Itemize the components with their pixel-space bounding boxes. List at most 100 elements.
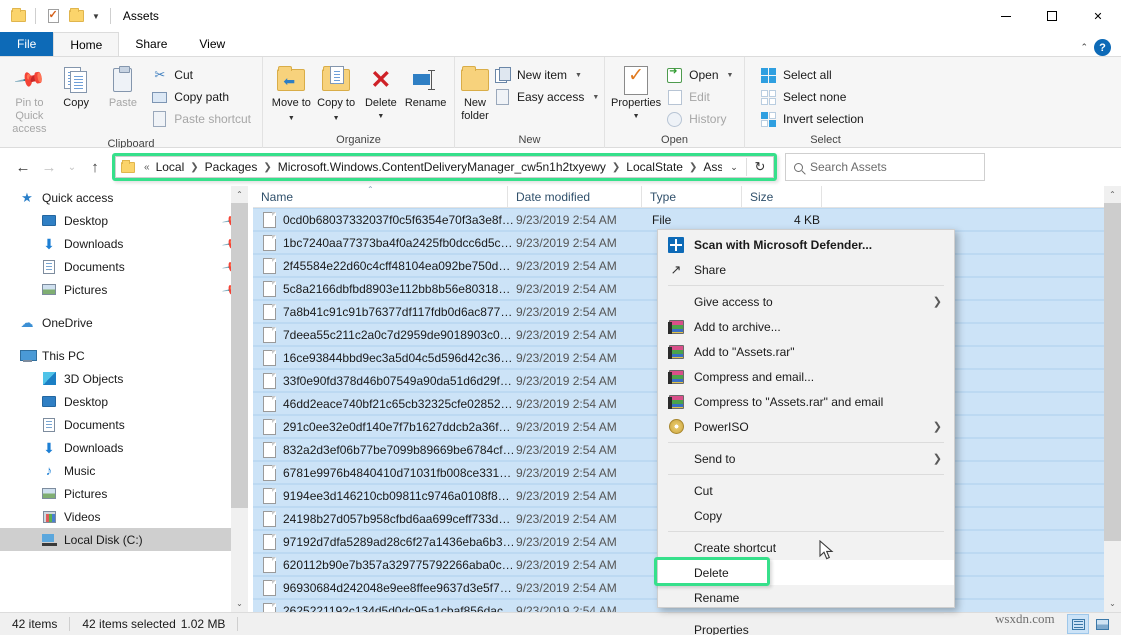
close-button[interactable]: ✕ <box>1075 0 1121 32</box>
file-list-scrollbar[interactable]: ⌃ ⌄ <box>1104 186 1121 612</box>
edit-button[interactable]: Edit <box>661 86 738 108</box>
recent-locations-button[interactable]: ⌄ <box>62 154 82 180</box>
rename-button[interactable]: Rename <box>403 61 448 110</box>
sidebar-item-pc-documents[interactable]: Documents <box>0 413 248 436</box>
customize-caret-icon[interactable]: ▼ <box>89 12 103 21</box>
sidebar-item-quick-access[interactable]: ★ Quick access <box>0 186 248 209</box>
chevron-down-icon[interactable]: ▼ <box>333 115 340 122</box>
folder-icon[interactable] <box>8 6 28 26</box>
chevron-down-icon[interactable]: ▼ <box>288 115 295 122</box>
new-folder-button[interactable]: New folder <box>461 61 489 123</box>
menu-item-compress-and-email[interactable]: Compress and email... <box>658 364 954 389</box>
breadcrumb-item-localstate[interactable]: LocalState <box>624 160 685 174</box>
breadcrumb-item-assets[interactable]: Assets <box>701 160 722 174</box>
copy-path-button[interactable]: Copy path <box>146 86 256 108</box>
menu-item-delete[interactable]: Delete <box>654 557 954 586</box>
address-bar[interactable]: « Local ❯ Packages ❯ Microsoft.Windows.C… <box>115 156 774 178</box>
search-input[interactable]: Search Assets <box>785 153 985 181</box>
sidebar-item-pc-downloads[interactable]: ⬇ Downloads <box>0 436 248 459</box>
move-to-button[interactable]: ⬅ Move to ▼ <box>269 61 314 125</box>
sidebar-item-onedrive[interactable]: ☁ OneDrive <box>0 311 248 334</box>
history-button[interactable]: History <box>661 108 738 130</box>
chevron-down-icon[interactable]: ▼ <box>377 110 384 123</box>
sidebar-item-3d-objects[interactable]: 3D Objects <box>0 367 248 390</box>
forward-button[interactable]: → <box>36 154 62 180</box>
chevron-down-icon[interactable]: ▼ <box>592 94 599 101</box>
table-row[interactable]: 0cd0b68037332037f0c5f6354e70f3a3e8fcb...… <box>253 208 1104 231</box>
paste-button[interactable]: Paste <box>100 61 147 110</box>
sidebar-item-local-disk-c[interactable]: Local Disk (C:) <box>0 528 248 551</box>
refresh-icon[interactable]: ↻ <box>747 159 773 175</box>
properties-button[interactable]: Properties ▼ <box>611 61 661 123</box>
delete-button[interactable]: ✕ Delete ▼ <box>359 61 404 123</box>
sidebar-item-this-pc[interactable]: This PC <box>0 344 248 367</box>
menu-item-rename[interactable]: Rename <box>658 585 954 610</box>
select-none-button[interactable]: Select none <box>755 86 869 108</box>
chevron-right-icon[interactable]: ❯ <box>259 162 275 173</box>
open-button[interactable]: Open ▼ <box>661 64 738 86</box>
sidebar-item-documents[interactable]: Documents 📌 <box>0 255 248 278</box>
menu-item-send-to[interactable]: Send to ❯ <box>658 446 954 471</box>
invert-selection-button[interactable]: Invert selection <box>755 108 869 130</box>
select-all-button[interactable]: Select all <box>755 64 869 86</box>
pin-to-quick-access-button[interactable]: 📌 Pin to Quick access <box>6 61 53 136</box>
up-button[interactable]: ↑ <box>82 154 108 180</box>
scrollbar-thumb[interactable] <box>231 203 248 508</box>
chevron-right-icon[interactable]: ❯ <box>685 162 701 173</box>
menu-item-cut[interactable]: Cut <box>658 478 954 503</box>
collapse-ribbon-icon[interactable]: ⌃ <box>1080 42 1088 53</box>
copy-button[interactable]: Copy <box>53 61 100 110</box>
menu-item-add-to-assets-rar[interactable]: Add to "Assets.rar" <box>658 339 954 364</box>
menu-item-properties[interactable]: Properties <box>658 617 954 635</box>
minimize-button[interactable] <box>983 0 1029 32</box>
chevron-down-icon[interactable]: ▼ <box>575 72 582 79</box>
sidebar-item-pc-desktop[interactable]: Desktop <box>0 390 248 413</box>
chevron-down-icon[interactable]: ▼ <box>633 110 640 123</box>
scrollbar-thumb[interactable] <box>1104 203 1121 541</box>
sidebar-item-videos[interactable]: Videos <box>0 505 248 528</box>
new-item-button[interactable]: New item ▼ <box>489 64 604 86</box>
tab-view[interactable]: View <box>183 32 241 56</box>
column-header-type[interactable]: Type <box>642 186 742 208</box>
tab-file[interactable]: File <box>0 32 54 56</box>
breadcrumb-item-packages[interactable]: Packages <box>203 160 260 174</box>
back-button[interactable]: ← <box>10 154 36 180</box>
scroll-up-icon[interactable]: ⌃ <box>1104 186 1121 203</box>
breadcrumb-item-local[interactable]: Local <box>154 160 187 174</box>
chevron-down-icon[interactable]: ⌄ <box>722 162 746 173</box>
menu-item-copy[interactable]: Copy <box>658 503 954 528</box>
menu-item-scan-with-defender[interactable]: Scan with Microsoft Defender... <box>658 232 954 257</box>
new-folder-icon[interactable] <box>66 6 86 26</box>
scroll-up-icon[interactable]: ⌃ <box>231 186 248 203</box>
cut-button[interactable]: ✂ Cut <box>146 64 256 86</box>
breadcrumb-item-contentdeliverymanager[interactable]: Microsoft.Windows.ContentDeliveryManager… <box>276 160 608 174</box>
easy-access-button[interactable]: Easy access ▼ <box>489 86 604 108</box>
menu-item-share[interactable]: ↗ Share <box>658 257 954 282</box>
tab-share[interactable]: Share <box>119 32 183 56</box>
tab-home[interactable]: Home <box>53 32 120 56</box>
sidebar-item-desktop[interactable]: Desktop 📌 <box>0 209 248 232</box>
copy-to-button[interactable]: Copy to ▼ <box>314 61 359 125</box>
large-icons-view-button[interactable] <box>1091 614 1113 634</box>
scroll-down-icon[interactable]: ⌄ <box>1104 595 1121 612</box>
menu-item-create-shortcut[interactable]: Create shortcut <box>658 535 954 560</box>
details-view-button[interactable] <box>1067 614 1089 634</box>
menu-item-give-access-to[interactable]: Give access to ❯ <box>658 289 954 314</box>
column-header-date-modified[interactable]: Date modified <box>508 186 642 208</box>
sidebar-scrollbar[interactable]: ⌃ ⌄ <box>231 186 248 612</box>
menu-item-add-to-archive[interactable]: Add to archive... <box>658 314 954 339</box>
sidebar-item-pictures[interactable]: Pictures 📌 <box>0 278 248 301</box>
help-icon[interactable]: ? <box>1094 39 1111 56</box>
chevron-right-icon[interactable]: ❯ <box>608 162 624 173</box>
menu-item-compress-to-assets-rar-and-email[interactable]: Compress to "Assets.rar" and email <box>658 389 954 414</box>
chevron-down-icon[interactable]: ▼ <box>727 72 734 79</box>
chevron-right-icon[interactable]: ❯ <box>186 162 202 173</box>
sidebar-item-pc-pictures[interactable]: Pictures <box>0 482 248 505</box>
properties-icon[interactable] <box>43 6 63 26</box>
menu-item-poweriso[interactable]: PowerISO ❯ <box>658 414 954 439</box>
column-header-size[interactable]: Size <box>742 186 822 208</box>
maximize-button[interactable] <box>1029 0 1075 32</box>
column-header-name[interactable]: Name <box>253 186 508 208</box>
scroll-down-icon[interactable]: ⌄ <box>231 595 248 612</box>
paste-shortcut-button[interactable]: Paste shortcut <box>146 108 256 130</box>
